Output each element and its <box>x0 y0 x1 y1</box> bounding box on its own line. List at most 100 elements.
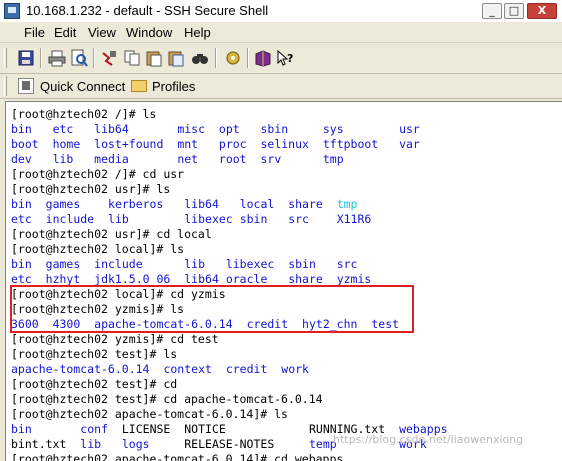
paste-file-icon[interactable] <box>167 49 185 67</box>
menu-help[interactable]: Help <box>184 25 211 40</box>
quick-connect-bar: Quick Connect Profiles <box>0 74 562 99</box>
menu-file[interactable]: File <box>24 25 45 40</box>
watermark-text: https://blog.csdn.net/liaowenxiong <box>333 433 524 446</box>
listing-entry: lib64 <box>184 197 219 211</box>
disconnect-icon[interactable] <box>100 49 118 67</box>
listing-entry: LICENSE <box>121 422 171 436</box>
command-text: [root@hztech02 local]# ls <box>11 242 185 256</box>
listing-entry: boot <box>11 137 39 151</box>
terminal-line: etc include lib libexec sbin src X11R6 <box>11 212 556 227</box>
copy-icon[interactable] <box>123 49 141 67</box>
highlight-box <box>10 285 414 333</box>
profiles-button[interactable]: Profiles <box>131 76 201 96</box>
window-title: 10.168.1.232 - default - SSH Secure Shel… <box>26 3 269 18</box>
quick-connect-button[interactable]: Quick Connect <box>18 76 126 96</box>
listing-entry: include <box>45 212 95 226</box>
toolbar-separator <box>93 48 95 68</box>
listing-entry: etc <box>11 212 32 226</box>
listing-entry: RELEASE-NOTES <box>184 437 275 451</box>
menu-bar: File Edit View Window Help <box>0 22 562 43</box>
listing-entry: etc <box>52 122 74 136</box>
paste-icon[interactable] <box>145 49 163 67</box>
listing-entry: home <box>52 137 81 151</box>
minimize-button[interactable]: _ <box>482 3 502 19</box>
close-button[interactable]: X <box>527 3 557 19</box>
listing-entry: tftpboot <box>322 137 379 151</box>
command-text: [root@hztech02 test]# cd <box>11 377 178 391</box>
terminal-line: [root@hztech02 /]# ls <box>11 107 556 122</box>
listing-entry: X11R6 <box>336 212 372 226</box>
help-book-icon[interactable] <box>254 49 272 67</box>
listing-entry: share <box>288 197 323 211</box>
terminal-output[interactable]: [root@hztech02 apache-tomcat-6.0.14]# cd… <box>5 101 562 461</box>
listing-entry: tmp <box>336 197 358 211</box>
command-text: [root@hztech02 usr]# ls <box>11 182 171 196</box>
listing-entry: proc <box>218 137 247 151</box>
menu-window[interactable]: Window <box>126 25 172 40</box>
folder-icon <box>131 80 147 92</box>
menu-edit[interactable]: Edit <box>54 25 76 40</box>
terminal-line: [root@hztech02 yzmis]# cd test <box>11 332 556 347</box>
toolbar-separator <box>247 48 249 68</box>
listing-entry: dev <box>11 152 32 166</box>
listing-entry: work <box>281 362 309 376</box>
listing-entry: var <box>399 137 420 151</box>
listing-entry: misc <box>177 122 206 136</box>
listing-entry: bin <box>11 122 32 136</box>
terminal-line: [root@hztech02 /]# cd usr <box>11 167 556 182</box>
terminal-line: dev lib media net root srv tmp <box>11 152 556 167</box>
command-text: [root@hztech02 test]# cd apache-tomcat-6… <box>11 392 323 406</box>
quick-connect-icon <box>18 78 34 94</box>
terminal-line: bin games include lib libexec sbin src <box>11 257 556 272</box>
terminal-line: [root@hztech02 test]# cd <box>11 377 556 392</box>
maximize-button[interactable]: □ <box>504 3 524 19</box>
title-bar: 10.168.1.232 - default - SSH Secure Shel… <box>0 0 562 23</box>
save-icon[interactable] <box>17 49 35 67</box>
listing-entry: sbin <box>239 212 268 226</box>
listing-entry: include <box>94 257 143 271</box>
terminal-line: [root@hztech02 apache-tomcat-6.0.14]# ls <box>11 407 556 422</box>
listing-entry: context <box>163 362 212 376</box>
svg-text:?: ? <box>287 52 293 65</box>
listing-entry: bin <box>11 422 32 436</box>
listing-entry: NOTICE <box>184 422 226 436</box>
listing-entry: apache-tomcat-6.0.14 <box>11 362 150 376</box>
settings-icon[interactable] <box>224 49 242 67</box>
toolbar-separator <box>40 48 42 68</box>
listing-entry: usr <box>399 122 420 136</box>
terminal-line: [root@hztech02 usr]# cd local <box>11 227 556 242</box>
listing-entry: root <box>218 152 247 166</box>
listing-entry: opt <box>218 122 240 136</box>
listing-entry: lib <box>52 152 74 166</box>
listing-entry: sbin <box>288 257 316 271</box>
menu-view[interactable]: View <box>88 25 116 40</box>
command-text: [root@hztech02 yzmis]# cd test <box>11 332 219 346</box>
listing-entry: srv <box>260 152 282 166</box>
terminal-line: bin games kerberos lib64 local share tmp <box>11 197 556 212</box>
listing-entry: kerberos <box>108 197 164 211</box>
listing-entry: src <box>288 212 309 226</box>
terminal-line: bin etc lib64 misc opt sbin sys usr <box>11 122 556 137</box>
profiles-label: Profiles <box>152 79 196 94</box>
whats-this-icon[interactable]: ? <box>276 49 294 67</box>
listing-entry: lib64 <box>94 122 129 136</box>
print-preview-icon[interactable] <box>70 49 88 67</box>
find-icon[interactable] <box>191 49 209 67</box>
command-text: [root@hztech02 /]# cd usr <box>11 167 185 181</box>
terminal-line: [root@hztech02 local]# ls <box>11 242 556 257</box>
listing-entry: games <box>45 197 81 211</box>
terminal-line: boot home lost+found mnt proc selinux tftpboot… <box>11 137 556 152</box>
listing-entry: lib <box>80 437 102 451</box>
terminal-line: [root@hztech02 usr]# ls <box>11 182 556 197</box>
quick-connect-label: Quick Connect <box>40 79 126 94</box>
command-text: [root@hztech02 usr]# cd local <box>11 227 212 241</box>
listing-entry: lib <box>184 257 206 271</box>
toolbar: ? <box>0 43 562 74</box>
command-text: [root@hztech02 apache-tomcat-6.0.14]# cd… <box>11 452 344 461</box>
toolbar-grip <box>4 48 7 68</box>
listing-entry: credit <box>225 362 268 376</box>
listing-entry: conf <box>80 422 108 436</box>
listing-entry: games <box>45 257 81 271</box>
terminal-line: [root@hztech02 test]# ls <box>11 347 556 362</box>
print-icon[interactable] <box>48 49 66 67</box>
